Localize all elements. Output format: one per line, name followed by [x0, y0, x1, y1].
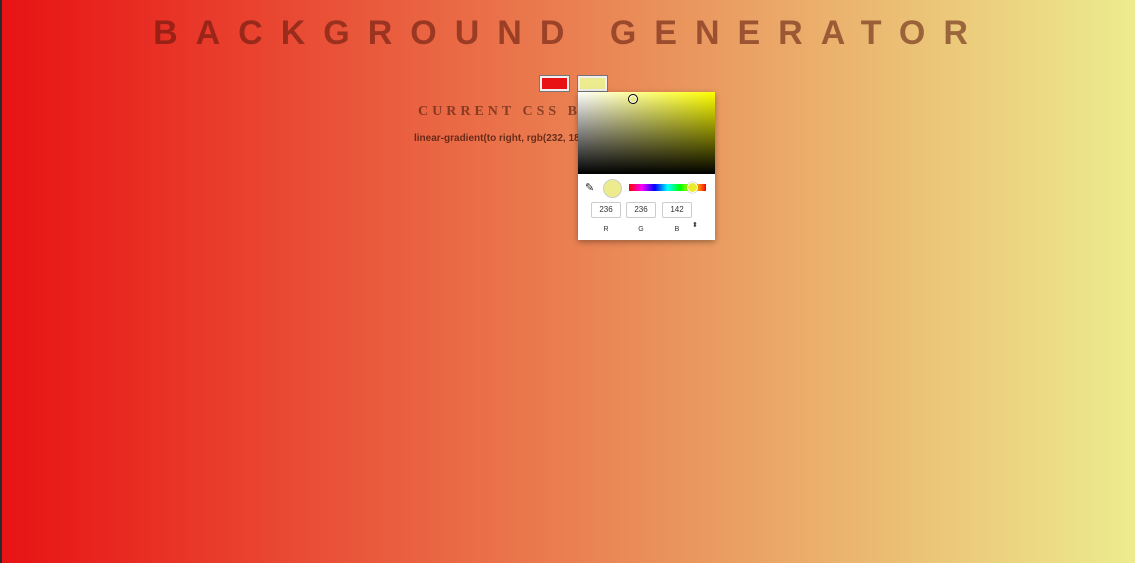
color-preview — [603, 179, 622, 198]
red-label: R — [603, 226, 609, 233]
green-input[interactable]: 236 — [626, 202, 656, 218]
blue-input[interactable]: 142 — [662, 202, 692, 218]
saturation-value-area[interactable] — [578, 92, 715, 174]
format-toggle-icon[interactable]: ⬍ — [692, 222, 698, 229]
page-title: BACKGROUND GENERATOR — [153, 14, 986, 52]
color-input-1[interactable] — [539, 75, 570, 92]
hue-slider[interactable] — [629, 182, 706, 193]
saturation-handle[interactable] — [628, 94, 638, 104]
color-input-2[interactable] — [577, 75, 608, 92]
blue-label: B — [674, 226, 680, 233]
eyedropper-icon[interactable]: ✎ — [585, 182, 597, 194]
hue-handle[interactable] — [687, 182, 698, 193]
color-picker-popup: ✎ 236 236 142 R G B ⬍ — [578, 92, 715, 240]
red-input[interactable]: 236 — [591, 202, 621, 218]
green-label: G — [638, 226, 644, 233]
